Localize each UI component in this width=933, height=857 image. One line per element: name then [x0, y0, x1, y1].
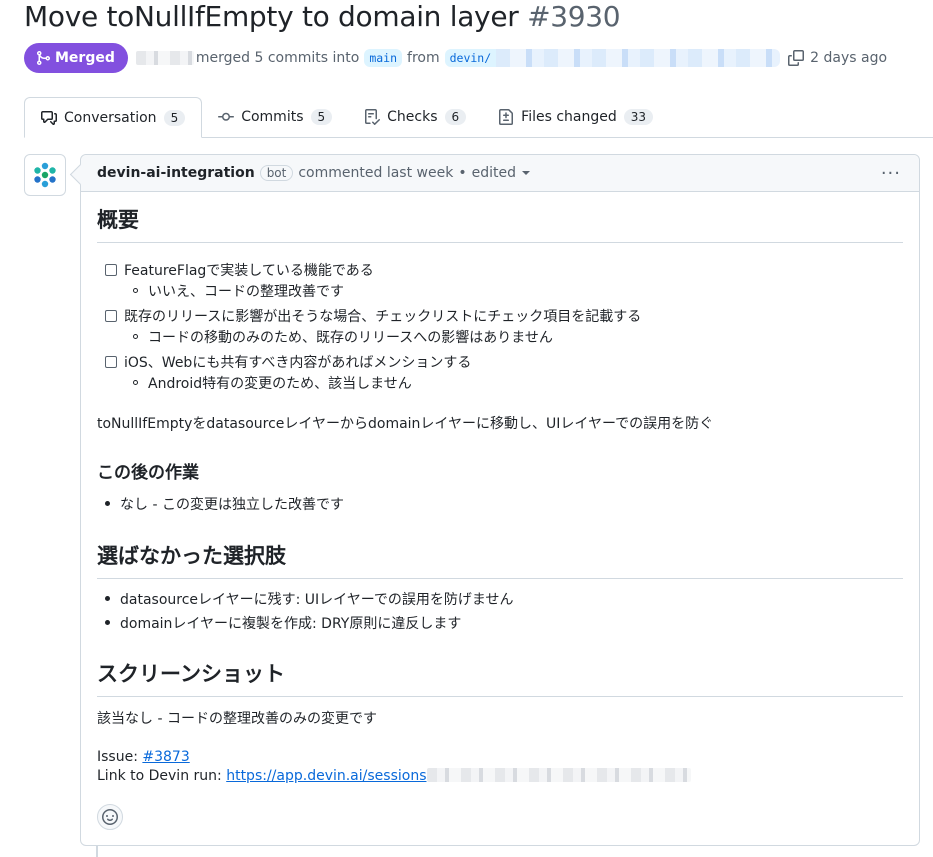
comment-header: devin-ai-integration bot commented last …	[81, 155, 919, 192]
task-item-text: iOS、Webにも共有すべき内容があればメンションする	[124, 355, 472, 371]
circle-bullet	[133, 334, 138, 339]
heading-overview: 概要	[97, 204, 903, 243]
issue-link[interactable]: #3873	[142, 749, 189, 765]
task-item: 既存のリリースに影響が出そうな場合、チェックリストにチェック項目を記載する	[105, 307, 641, 327]
devin-run-line: Link to Devin run: https://app.devin.ai/…	[97, 766, 691, 786]
copy-icon	[788, 50, 805, 66]
comment-body: 概要 FeatureFlagで実装している機能である いいえ、コードの整理改善で…	[97, 192, 903, 845]
add-reaction-button[interactable]	[97, 804, 123, 830]
smiley-icon	[102, 809, 118, 825]
list-item-text: なし - この変更は独立した改善です	[120, 497, 344, 513]
from-text: from	[407, 50, 440, 66]
tab-checks-count: 6	[444, 109, 467, 125]
comment-author[interactable]: devin-ai-integration	[97, 165, 255, 181]
timeline-line	[96, 846, 98, 857]
devin-run-label: Link to Devin run:	[97, 768, 222, 784]
task-subitem-text: Android特有の変更のため、該当しません	[148, 376, 412, 392]
screenshot-text: 該当なし - コードの整理改善のみの変更です	[97, 711, 377, 727]
tab-checks-label: Checks	[387, 109, 438, 125]
list-item-text: datasourceレイヤーに残す: UIレイヤーでの誤用を防げません	[120, 592, 514, 608]
commit-icon	[218, 112, 235, 121]
devin-run-link[interactable]: https://app.devin.ai/sessions	[226, 768, 426, 784]
task-subitem: いいえ、コードの整理改善です	[133, 282, 344, 302]
bot-label: bot	[259, 165, 294, 181]
list-item-text: domainレイヤーに複製を作成: DRY原則に違反します	[120, 616, 462, 632]
bullet	[105, 501, 110, 506]
git-merge-icon	[37, 51, 51, 65]
kebab-menu-icon[interactable]: ···	[881, 163, 901, 184]
task-item: iOS、Webにも共有すべき内容があればメンションする	[105, 353, 471, 373]
pr-title: Move toNullIfEmpty to domain layer #3930	[24, 0, 621, 33]
head-branch-ref[interactable]: devin/	[444, 49, 497, 67]
issue-line: Issue: #3873	[97, 747, 190, 767]
task-checkbox[interactable]	[105, 264, 117, 276]
author-avatar[interactable]	[24, 154, 66, 196]
list-item: なし - この変更は独立した改善です	[105, 495, 344, 515]
tab-conversation[interactable]: Conversation 5	[24, 97, 203, 138]
tab-commits[interactable]: Commits 5	[202, 97, 348, 137]
merged-status-badge: Merged	[24, 43, 128, 73]
task-item-text: 既存のリリースに影響が出そうな場合、チェックリストにチェック項目を記載する	[124, 309, 642, 325]
task-item-text: FeatureFlagで実装している機能である	[124, 263, 374, 279]
file-diff-icon	[499, 109, 514, 125]
tab-commits-label: Commits	[241, 109, 304, 125]
comment-action[interactable]: commented last week	[298, 165, 453, 181]
checklist-icon	[365, 109, 381, 125]
tab-conversation-label: Conversation	[64, 109, 157, 126]
pr-number: #3930	[527, 0, 621, 33]
tab-commits-count: 5	[310, 109, 333, 125]
heading-alternatives: 選ばなかった選択肢	[97, 540, 903, 579]
merged-status-label: Merged	[55, 50, 115, 66]
task-item: FeatureFlagで実装している機能である	[105, 261, 374, 281]
task-subitem: Android特有の変更のため、該当しません	[133, 374, 412, 394]
tab-files-changed[interactable]: Files changed 33	[482, 97, 669, 137]
pr-meta: Merged merged 5 commits into main from d…	[24, 43, 887, 73]
tab-files-changed-label: Files changed	[521, 109, 617, 125]
copy-branch-button[interactable]	[788, 50, 805, 66]
issue-label: Issue:	[97, 749, 138, 765]
redacted-username	[135, 51, 194, 65]
list-item: domainレイヤーに複製を作成: DRY原則に違反します	[105, 614, 461, 634]
redacted-session-id	[426, 768, 691, 782]
edited-label: edited	[471, 165, 516, 181]
pr-description-comment: devin-ai-integration bot commented last …	[80, 154, 920, 846]
list-item: datasourceレイヤーに残す: UIレイヤーでの誤用を防げません	[105, 590, 513, 610]
pr-tabs: Conversation 5 Commits 5 Checks 6 Files …	[24, 97, 933, 138]
task-checkbox[interactable]	[105, 310, 117, 322]
bullet	[105, 620, 110, 625]
tab-conversation-count: 5	[163, 109, 186, 126]
task-subitem: コードの移動のみのため、既存のリリースへの影響はありません	[133, 328, 553, 348]
pr-title-text: Move toNullIfEmpty to domain layer	[24, 0, 519, 33]
summary-paragraph: toNullIfEmptyをdatasourceレイヤーからdomainレイヤー…	[97, 416, 714, 432]
task-checkbox[interactable]	[105, 356, 117, 368]
merge-time[interactable]: 2 days ago	[810, 50, 887, 66]
circle-bullet	[133, 380, 138, 385]
base-branch-ref[interactable]: main	[364, 49, 403, 67]
caret-down-icon	[521, 171, 530, 175]
redacted-branch-name	[496, 49, 781, 67]
devin-logo-icon	[34, 162, 56, 188]
merge-description: merged 5 commits into	[195, 50, 360, 66]
heading-next-work: この後の作業	[97, 463, 199, 483]
heading-screenshot: スクリーンショット	[97, 658, 903, 697]
comment-icon	[41, 110, 57, 125]
tab-files-changed-count: 33	[623, 109, 654, 125]
task-subitem-text: コードの移動のみのため、既存のリリースへの影響はありません	[148, 330, 553, 346]
circle-bullet	[133, 288, 138, 293]
separator: •	[458, 165, 467, 181]
edited-dropdown[interactable]: edited	[472, 165, 530, 181]
bullet	[105, 596, 110, 601]
task-subitem-text: いいえ、コードの整理改善です	[148, 284, 344, 300]
tab-checks[interactable]: Checks 6	[348, 97, 482, 137]
